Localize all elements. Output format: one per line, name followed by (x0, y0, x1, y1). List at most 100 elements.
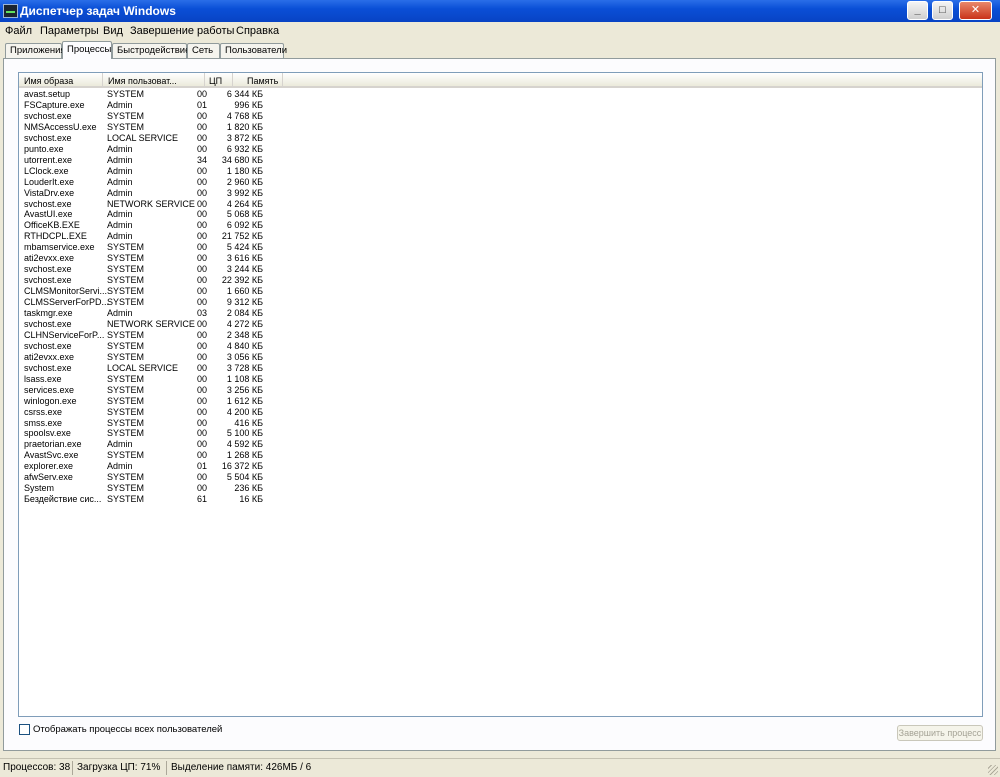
process-row[interactable]: Бездействие сис... SYSTEM 61 16 КБ (19, 494, 279, 505)
process-row[interactable]: svchost.exe SYSTEM 00 4 840 КБ (19, 341, 279, 352)
process-row[interactable]: VistaDrv.exe Admin 00 3 992 КБ (19, 188, 279, 199)
cell-memory: 4 840 КБ (226, 340, 263, 351)
process-row[interactable]: CLHNServiceForP... SYSTEM 00 2 348 КБ (19, 330, 279, 341)
cell-user-name: SYSTEM (107, 373, 145, 384)
cell-image-name: avast.setup (24, 89, 71, 99)
cell-memory: 1 108 КБ (226, 373, 263, 384)
title-bar[interactable]: Диспетчер задач Windows _ □ ✕ (0, 0, 1000, 22)
cell-memory: 3 056 КБ (226, 351, 263, 362)
process-row[interactable]: ati2evxx.exe SYSTEM 00 3 616 КБ (19, 253, 279, 264)
cell-cpu: 00 (197, 472, 208, 483)
process-row[interactable]: LouderIt.exe Admin 00 2 960 КБ (19, 177, 279, 188)
process-row[interactable]: taskmgr.exe Admin 03 2 084 КБ (19, 308, 279, 319)
cell-image-name: svchost.exe (24, 110, 72, 121)
column-image-name[interactable]: Имя образа (19, 73, 103, 88)
cell-cpu: 00 (197, 242, 208, 253)
process-row[interactable]: smss.exe SYSTEM 00 416 КБ (19, 418, 279, 429)
tab-network[interactable]: Сеть (187, 43, 220, 58)
process-row[interactable]: OfficeKB.EXE Admin 00 6 092 КБ (19, 220, 279, 231)
process-row[interactable]: System SYSTEM 00 236 КБ (19, 483, 279, 494)
column-user-name[interactable]: Имя пользоват... (103, 73, 205, 88)
process-list[interactable]: Имя образа Имя пользоват... ЦП Память av… (18, 72, 983, 717)
process-row[interactable]: RTHDCPL.EXE Admin 00 21 752 КБ (19, 231, 279, 242)
window-title: Диспетчер задач Windows (20, 4, 176, 18)
cell-cpu: 00 (197, 143, 208, 154)
cell-image-name: lsass.exe (24, 373, 62, 384)
cell-cpu: 00 (197, 384, 208, 395)
cell-user-name: SYSTEM (107, 472, 145, 483)
process-row[interactable]: svchost.exe LOCAL SERVICE 00 3 728 КБ (19, 363, 279, 374)
cell-memory: 1 660 КБ (226, 286, 263, 297)
process-row[interactable]: AvastUI.exe Admin 00 5 068 КБ (19, 209, 279, 220)
cell-memory: 4 264 КБ (226, 198, 263, 209)
process-row[interactable]: lsass.exe SYSTEM 00 1 108 КБ (19, 374, 279, 385)
process-row[interactable]: LClock.exe Admin 00 1 180 КБ (19, 166, 279, 177)
process-row[interactable]: svchost.exe SYSTEM 00 3 244 КБ (19, 264, 279, 275)
menu-options[interactable]: Параметры (40, 25, 99, 37)
process-row[interactable]: AvastSvc.exe SYSTEM 00 1 268 КБ (19, 450, 279, 461)
size-grip-icon[interactable] (988, 765, 998, 775)
tab-applications[interactable]: Приложения (5, 43, 66, 58)
process-row[interactable]: svchost.exe NETWORK SERVICE 00 4 264 КБ (19, 199, 279, 210)
cell-user-name: SYSTEM (107, 264, 145, 275)
close-button[interactable]: ✕ (959, 1, 992, 20)
cell-memory: 16 КБ (239, 494, 263, 505)
menu-view[interactable]: Вид (103, 25, 123, 37)
process-row[interactable]: afwServ.exe SYSTEM 00 5 504 КБ (19, 472, 279, 483)
cell-user-name: SYSTEM (107, 428, 145, 439)
menu-file[interactable]: Файл (5, 25, 32, 37)
cell-cpu: 00 (197, 121, 208, 132)
cell-cpu: 00 (197, 187, 208, 198)
process-row[interactable]: praetorian.exe Admin 00 4 592 КБ (19, 439, 279, 450)
cell-image-name: mbamservice.exe (24, 242, 95, 253)
process-row[interactable]: svchost.exe SYSTEM 00 22 392 КБ (19, 275, 279, 286)
menu-help[interactable]: Справка (236, 25, 279, 37)
cell-image-name: Бездействие сис... (24, 494, 102, 505)
cell-image-name: services.exe (24, 384, 75, 395)
process-row[interactable]: winlogon.exe SYSTEM 00 1 612 КБ (19, 396, 279, 407)
cell-memory: 9 312 КБ (226, 297, 263, 308)
process-row[interactable]: FSCapture.exe Admin 01 996 КБ (19, 100, 279, 111)
tab-users[interactable]: Пользователи (220, 43, 287, 58)
process-row[interactable]: services.exe SYSTEM 00 3 256 КБ (19, 385, 279, 396)
cell-image-name: LClock.exe (24, 165, 69, 176)
process-row[interactable]: avast.setup SYSTEM 00 6 344 КБ (19, 89, 279, 100)
cell-user-name: Admin (107, 99, 133, 110)
process-row[interactable]: svchost.exe NETWORK SERVICE 00 4 272 КБ (19, 319, 279, 330)
process-row[interactable]: spoolsv.exe SYSTEM 00 5 100 КБ (19, 428, 279, 439)
status-cpu: Загрузка ЦП: 71% (74, 761, 167, 775)
column-memory[interactable]: Память (233, 73, 283, 88)
cell-image-name: svchost.exe (24, 264, 72, 275)
process-row[interactable]: svchost.exe LOCAL SERVICE 00 3 872 КБ (19, 133, 279, 144)
cell-memory: 3 728 КБ (226, 362, 263, 373)
show-all-users-checkbox[interactable] (19, 724, 30, 735)
menu-shutdown[interactable]: Завершение работы (130, 25, 234, 37)
cell-user-name: SYSTEM (107, 384, 145, 395)
cell-memory: 1 268 КБ (226, 450, 263, 461)
cell-user-name: Admin (107, 165, 133, 176)
cell-memory: 21 752 КБ (221, 231, 263, 242)
cell-cpu: 00 (197, 395, 208, 406)
process-row[interactable]: CLMSServerForPD... SYSTEM 00 9 312 КБ (19, 297, 279, 308)
cell-user-name: SYSTEM (107, 340, 145, 351)
process-row[interactable]: NMSAccessU.exe SYSTEM 00 1 820 КБ (19, 122, 279, 133)
tab-processes[interactable]: Процессы (62, 41, 112, 59)
maximize-button[interactable]: □ (932, 1, 953, 20)
taskmgr-app-icon[interactable] (3, 4, 18, 18)
cell-user-name: SYSTEM (107, 110, 145, 121)
process-row[interactable]: utorrent.exe Admin 34 34 680 КБ (19, 155, 279, 166)
status-memory: Выделение памяти: 426МБ / 6 (171, 762, 312, 773)
process-row[interactable]: ati2evxx.exe SYSTEM 00 3 056 КБ (19, 352, 279, 363)
process-row[interactable]: punto.exe Admin 00 6 932 КБ (19, 144, 279, 155)
show-all-users-label[interactable]: Отображать процессы всех пользователей (33, 724, 222, 735)
process-row[interactable]: svchost.exe SYSTEM 00 4 768 КБ (19, 111, 279, 122)
column-cpu[interactable]: ЦП (205, 73, 233, 88)
process-row[interactable]: mbamservice.exe SYSTEM 00 5 424 КБ (19, 242, 279, 253)
process-row[interactable]: csrss.exe SYSTEM 00 4 200 КБ (19, 407, 279, 418)
end-process-button[interactable]: Завершить процесс (897, 725, 983, 741)
process-row[interactable]: explorer.exe Admin 01 16 372 КБ (19, 461, 279, 472)
tab-performance[interactable]: Быстродействие (112, 43, 190, 58)
cell-user-name: SYSTEM (107, 351, 145, 362)
minimize-button[interactable]: _ (907, 1, 928, 20)
process-row[interactable]: CLMSMonitorServi... SYSTEM 00 1 660 КБ (19, 286, 279, 297)
